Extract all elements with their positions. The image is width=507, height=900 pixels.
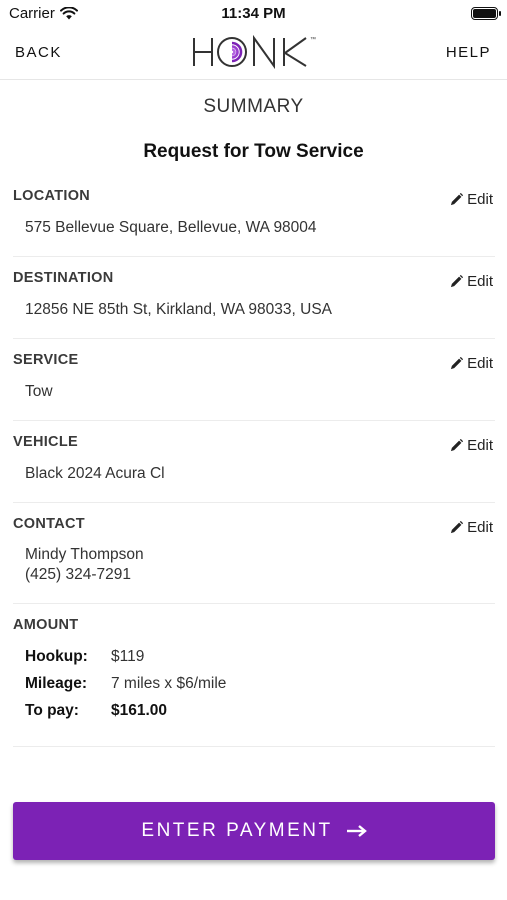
pencil-icon <box>451 357 464 370</box>
destination-value: 12856 NE 85th St, Kirkland, WA 98033, US… <box>25 301 333 318</box>
help-button[interactable]: HELP <box>446 44 491 61</box>
total-key: To pay: <box>25 702 79 719</box>
location-label: LOCATION <box>13 188 91 204</box>
edit-location-button[interactable]: Edit <box>450 191 493 208</box>
vehicle-section: VEHICLE Edit Black 2024 Acura Cl <box>13 434 495 503</box>
status-bar: Carrier 11:34 PM <box>0 0 507 28</box>
honk-logo: ™ <box>193 34 316 70</box>
hookup-row: Hookup: $119 <box>25 648 144 666</box>
service-value: Tow <box>25 383 53 400</box>
summary-heading: SUMMARY <box>203 96 304 117</box>
battery-icon <box>471 7 501 20</box>
pencil-icon <box>451 439 464 452</box>
nav-bar: BACK ™ HELP <box>0 28 507 80</box>
edit-contact-button[interactable]: Edit <box>450 519 493 536</box>
service-label: SERVICE <box>13 352 79 368</box>
edit-label: Edit <box>467 519 493 536</box>
hookup-key: Hookup: <box>25 648 88 665</box>
edit-vehicle-button[interactable]: Edit <box>450 437 493 454</box>
pencil-icon <box>451 193 464 206</box>
enter-payment-label: ENTER PAYMENT <box>141 820 333 841</box>
vehicle-value: Black 2024 Acura Cl <box>25 465 165 482</box>
enter-payment-button[interactable]: ENTER PAYMENT <box>13 802 495 860</box>
destination-label: DESTINATION <box>13 270 114 286</box>
total-value: $161.00 <box>111 702 168 719</box>
back-button[interactable]: BACK <box>15 44 62 61</box>
hookup-value: $119 <box>111 648 145 665</box>
location-section: LOCATION Edit 575 Bellevue Square, Belle… <box>13 188 495 257</box>
edit-label: Edit <box>467 273 493 290</box>
mileage-key: Mileage: <box>25 675 88 692</box>
edit-destination-button[interactable]: Edit <box>450 273 493 290</box>
edit-label: Edit <box>467 437 493 454</box>
contact-section: CONTACT Edit Mindy Thompson (425) 324-72… <box>13 516 495 604</box>
pencil-icon <box>451 521 464 534</box>
total-row: To pay: $161.00 <box>25 702 167 720</box>
edit-label: Edit <box>467 191 493 208</box>
mileage-value: 7 miles x $6/mile <box>111 675 227 692</box>
pencil-icon <box>451 275 464 288</box>
destination-section: DESTINATION Edit 12856 NE 85th St, Kirkl… <box>13 270 495 339</box>
amount-label: AMOUNT <box>13 617 79 633</box>
vehicle-label: VEHICLE <box>13 434 78 450</box>
logo-mark: ™ <box>310 36 316 43</box>
location-value: 575 Bellevue Square, Bellevue, WA 98004 <box>25 219 317 236</box>
clock: 11:34 PM <box>221 5 286 22</box>
mileage-row: Mileage: 7 miles x $6/mile <box>25 675 226 693</box>
edit-label: Edit <box>467 355 493 372</box>
contact-name: Mindy Thompson <box>25 546 144 563</box>
page-title: Request for Tow Service <box>143 141 364 162</box>
contact-phone: (425) 324-7291 <box>25 566 131 583</box>
service-section: SERVICE Edit Tow <box>13 352 495 421</box>
amount-section: AMOUNT Hookup: $119 Mileage: 7 miles x $… <box>13 617 495 747</box>
arrow-right-icon <box>346 825 367 837</box>
contact-label: CONTACT <box>13 516 85 532</box>
edit-service-button[interactable]: Edit <box>450 355 493 372</box>
